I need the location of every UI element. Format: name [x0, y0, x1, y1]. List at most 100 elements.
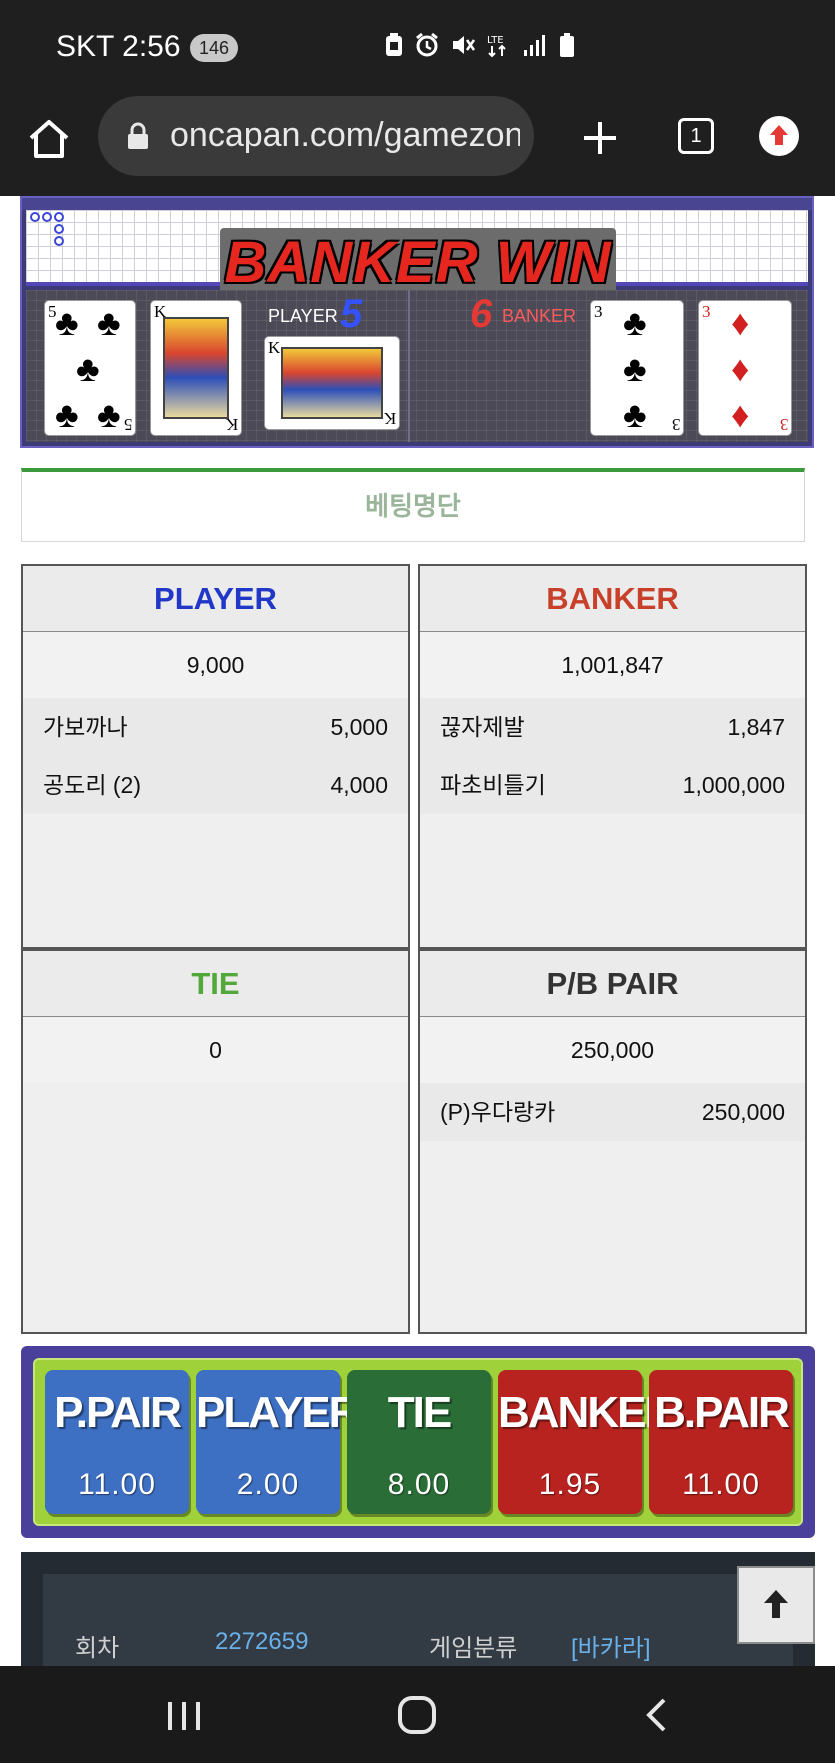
cards-divider — [408, 290, 410, 442]
cards-area: 5 ♣ ♣ ♣ ♣ ♣ 5 K K K K PLAYER 5 6 BANKER … — [26, 290, 808, 442]
tie-panel-total: 0 — [23, 1017, 408, 1083]
url-text: oncapan.com/gamezone — [170, 116, 520, 154]
scroll-to-top-button[interactable] — [737, 1566, 815, 1644]
odds-bar: P.PAIR 11.00 PLAYER 2.00 TIE 8.00 BANKER… — [21, 1346, 815, 1538]
carrier-time: SKT 2:56 — [56, 30, 181, 63]
system-nav-bar — [0, 1666, 835, 1763]
banker-bet-list: 끊자제발 1,847 파초비틀기 1,000,000 — [420, 698, 805, 814]
odds-label: BANKER — [498, 1388, 676, 1437]
odds-value: 11.00 — [78, 1468, 156, 1501]
odds-button-tie[interactable]: TIE 8.00 — [347, 1370, 491, 1514]
bettor-name: 가보까나 — [43, 714, 128, 740]
bet-row: 파초비틀기 1,000,000 — [420, 756, 805, 814]
odds-value: 1.95 — [538, 1468, 602, 1501]
odds-button-p-pair[interactable]: P.PAIR 11.00 — [45, 1370, 189, 1514]
update-icon[interactable] — [759, 116, 799, 156]
arrow-up-icon — [764, 1590, 788, 1618]
home-icon[interactable] — [26, 116, 72, 162]
tabs-button[interactable]: 1 — [678, 118, 714, 154]
face-card-art — [281, 347, 383, 419]
battery-saver-icon — [386, 33, 402, 56]
banker-label: BANKER — [502, 306, 577, 326]
player-card-1: 5 ♣ ♣ ♣ ♣ ♣ 5 — [44, 300, 136, 436]
bet-row: 끊자제발 1,847 — [420, 698, 805, 756]
bet-amount: 4,000 — [330, 772, 388, 798]
bet-amount: 5,000 — [330, 714, 388, 740]
board-top-strip — [22, 198, 812, 210]
banker-card-1: 3 ♣ ♣ ♣ 3 — [590, 300, 684, 436]
lock-icon — [128, 122, 148, 149]
player-panel-title: PLAYER — [23, 566, 408, 632]
odds-value: 8.00 — [387, 1468, 451, 1501]
card-rank: K — [383, 409, 396, 428]
player-panel-total: 9,000 — [23, 632, 408, 698]
tie-panel: TIE 0 — [21, 949, 410, 1334]
back-icon[interactable] — [636, 1694, 678, 1736]
result-banner: BANKER WIN — [220, 228, 616, 298]
bet-row: 공도리 (2) 4,000 — [23, 756, 408, 814]
alarm-icon — [416, 32, 438, 57]
card-rank: K — [268, 338, 281, 357]
odds-inner: P.PAIR 11.00 PLAYER 2.00 TIE 8.00 BANKER… — [33, 1358, 803, 1526]
game-type-value: [바카라] — [571, 1635, 651, 1662]
player-card-3: K K — [264, 336, 400, 430]
result-text: BANKER WIN — [224, 230, 612, 295]
svg-text:LTE: LTE — [487, 35, 504, 46]
round-value: 2272659 — [215, 1628, 309, 1655]
player-score: 5 — [340, 292, 363, 336]
road-dot — [42, 212, 52, 222]
banker-panel: BANKER 1,001,847 끊자제발 1,847 파초비틀기 1,000,00… — [418, 564, 807, 949]
pair-panel-title: P/B PAIR — [420, 951, 805, 1017]
game-board: BANKER WIN 5 ♣ ♣ ♣ ♣ ♣ 5 K K K K PLAYER … — [20, 196, 814, 448]
banker-card-2: 3 ♦ ♦ ♦ 3 — [698, 300, 792, 436]
road-dot — [54, 212, 64, 222]
game-info: 회차 2272659 게임분류 [바카라] — [21, 1552, 815, 1694]
bettor-name: 끊자제발 — [440, 714, 525, 740]
bettor-name: 공도리 (2) — [43, 772, 141, 798]
bet-list-header: 베팅명단 — [21, 468, 805, 542]
recent-apps-icon[interactable] — [164, 1696, 204, 1736]
odds-button-b-pair[interactable]: B.PAIR 11.00 — [649, 1370, 793, 1514]
odds-value: 2.00 — [236, 1468, 300, 1501]
odds-label: PLAYER — [196, 1388, 360, 1437]
bettor-name: 파초비틀기 — [440, 772, 546, 798]
card-rank: 3 — [779, 415, 789, 434]
home-circle-icon[interactable] — [396, 1694, 438, 1736]
odds-label: B.PAIR — [654, 1388, 790, 1437]
bet-amount: 1,847 — [727, 714, 785, 740]
mute-icon — [453, 36, 476, 54]
status-icons: LTE — [384, 32, 576, 58]
battery-icon — [560, 33, 574, 57]
lte-icon: LTE — [487, 35, 506, 58]
player-panel: PLAYER 9,000 가보까나 5,000 공도리 (2) 4,000 — [21, 564, 410, 949]
bet-amount: 250,000 — [701, 1099, 785, 1125]
odds-button-player[interactable]: PLAYER 2.00 — [196, 1370, 360, 1514]
banker-panel-title: BANKER — [420, 566, 805, 632]
bet-row: 가보까나 5,000 — [23, 698, 408, 756]
card-rank: 3 — [702, 302, 711, 321]
card-rank: K — [225, 415, 238, 434]
banker-score: 6 — [470, 292, 493, 336]
player-bet-list: 가보까나 5,000 공도리 (2) 4,000 — [23, 698, 408, 814]
card-rank: 3 — [671, 415, 681, 434]
odds-value: 11.00 — [682, 1468, 760, 1501]
browser-toolbar: oncapan.com/gamezone 1 — [0, 96, 835, 196]
pair-bet-list: (P)우다랑카 250,000 — [420, 1083, 805, 1141]
bettor-name: (P)우다랑카 — [440, 1099, 556, 1125]
player-label: PLAYER — [268, 306, 338, 326]
player-card-2: K K — [150, 300, 242, 436]
road-dot — [54, 236, 64, 246]
odds-label: TIE — [387, 1388, 452, 1437]
pair-panel: P/B PAIR 250,000 (P)우다랑카 250,000 — [418, 949, 807, 1334]
tie-panel-title: TIE — [23, 951, 408, 1017]
card-rank: 3 — [594, 302, 603, 321]
signal-icon — [524, 35, 545, 56]
plus-icon[interactable] — [580, 118, 620, 158]
banker-panel-total: 1,001,847 — [420, 632, 805, 698]
notification-badge: 146 — [190, 34, 239, 62]
odds-button-banker[interactable]: BANKER 1.95 — [498, 1370, 676, 1514]
address-bar[interactable]: oncapan.com/gamezone — [98, 96, 534, 176]
road-dot — [54, 224, 64, 234]
bet-list-title: 베팅명단 — [365, 491, 461, 521]
card-rank: 5 — [123, 415, 133, 434]
